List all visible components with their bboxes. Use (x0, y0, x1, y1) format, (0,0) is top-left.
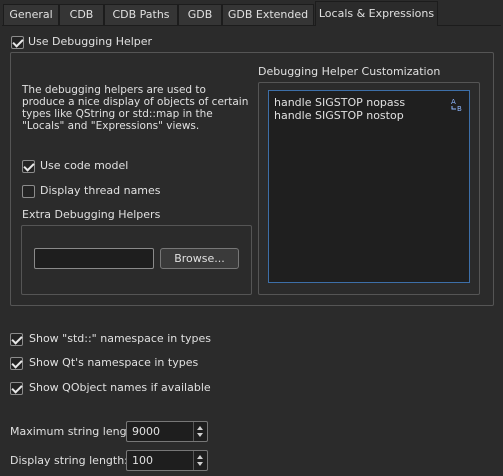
helpers-description: The debugging helpers are used to produc… (22, 84, 249, 132)
display-string-length-label: Display string length: (10, 454, 128, 467)
max-string-length-label: Maximum string length: (10, 425, 142, 438)
display-string-length-value: 100 (132, 454, 153, 467)
tab-label: General (9, 8, 53, 21)
max-string-length-spinbox[interactable]: 9000 (126, 421, 208, 442)
use-debugging-helper-checkbox[interactable] (11, 36, 24, 49)
browse-button[interactable]: Browse... (160, 248, 239, 269)
decrement-arrow-icon[interactable] (197, 433, 203, 437)
tab-locals-expressions[interactable]: Locals & Expressions (315, 1, 438, 26)
show-qobject-names-checkbox[interactable] (10, 382, 23, 395)
decrement-arrow-icon[interactable] (197, 462, 203, 466)
spin-arrows[interactable] (193, 422, 207, 441)
customization-title: Debugging Helper Customization (258, 65, 441, 78)
tab-general[interactable]: General (3, 4, 59, 25)
use-code-model-checkbox[interactable] (22, 160, 35, 173)
show-qt-namespace-checkbox[interactable] (10, 357, 23, 370)
extra-helpers-title: Extra Debugging Helpers (22, 208, 161, 221)
show-qt-namespace-label: Show Qt's namespace in types (29, 356, 199, 369)
text-reorder-icon[interactable]: A B (449, 97, 465, 113)
tab-label: Locals & Expressions (318, 7, 435, 20)
display-string-length-spinbox[interactable]: 100 (126, 450, 208, 471)
tab-gdb-extended[interactable]: GDB Extended (222, 4, 314, 25)
show-std-namespace-label: Show "std::" namespace in types (29, 332, 212, 345)
use-debugging-helper-label: Use Debugging Helper (28, 35, 153, 48)
tab-label: CDB (69, 8, 94, 21)
svg-text:B: B (457, 105, 462, 113)
customization-line-2: handle SIGSTOP nostop (274, 109, 404, 122)
show-std-namespace-checkbox[interactable] (10, 333, 23, 346)
customization-line-1: handle SIGSTOP nopass (274, 96, 406, 109)
display-thread-names-label: Display thread names (40, 184, 161, 197)
customization-editor[interactable]: handle SIGSTOP nopass handle SIGSTOP nos… (268, 90, 470, 283)
tab-label: CDB Paths (112, 8, 170, 21)
tab-cdb-paths[interactable]: CDB Paths (104, 4, 178, 25)
svg-text:A: A (451, 98, 456, 106)
increment-arrow-icon[interactable] (197, 455, 203, 459)
tab-cdb[interactable]: CDB (59, 4, 104, 25)
max-string-length-value: 9000 (132, 425, 160, 438)
use-code-model-label: Use code model (40, 159, 129, 172)
increment-arrow-icon[interactable] (197, 426, 203, 430)
extra-helpers-path-input[interactable] (34, 248, 154, 269)
spin-arrows[interactable] (193, 451, 207, 470)
display-thread-names-checkbox[interactable] (22, 185, 35, 198)
show-qobject-names-label: Show QObject names if available (29, 381, 211, 394)
tab-label: GDB (187, 8, 213, 21)
browse-button-label: Browse... (174, 252, 225, 265)
tab-gdb[interactable]: GDB (178, 4, 222, 25)
tab-label: GDB Extended (227, 8, 309, 21)
